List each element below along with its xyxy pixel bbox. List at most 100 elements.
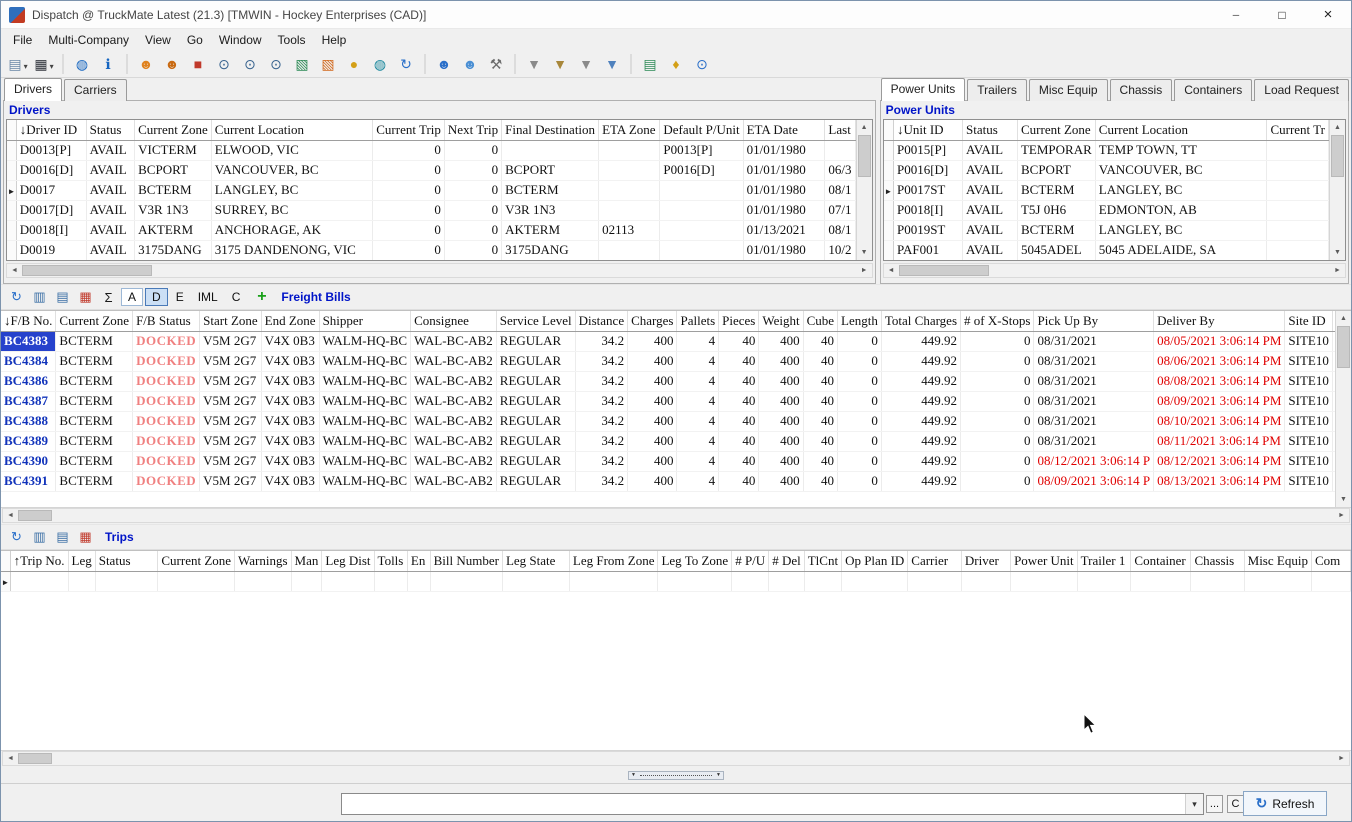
table-cell[interactable] <box>961 571 1010 591</box>
map-icon[interactable]: ▧ <box>290 53 314 75</box>
key-icon[interactable]: ♦ <box>664 53 688 75</box>
scroll-up-icon[interactable] <box>857 120 872 135</box>
column-header[interactable]: Current Location <box>1095 120 1267 140</box>
table-cell[interactable]: 400 <box>759 411 803 431</box>
column-header[interactable]: Leg <box>68 551 95 571</box>
scroll-up-icon[interactable] <box>1336 311 1351 326</box>
table-cell[interactable] <box>95 571 158 591</box>
table-cell[interactable]: BCTERM <box>56 371 133 391</box>
table-cell[interactable] <box>660 180 743 200</box>
table-cell[interactable]: V5M 2G7 <box>200 391 262 411</box>
table-cell[interactable]: 40 <box>803 471 837 491</box>
table-cell[interactable]: REGULAR <box>496 471 575 491</box>
table-cell[interactable]: BCPORT <box>135 160 212 180</box>
power-units-vertical-scrollbar[interactable] <box>1329 120 1345 260</box>
table-cell[interactable]: REGULAR <box>496 331 575 351</box>
table-cell[interactable]: 0 <box>961 411 1034 431</box>
table-cell[interactable]: 40 <box>803 371 837 391</box>
table-cell[interactable]: BC4390 <box>1 451 56 471</box>
table-cell[interactable]: WAL-BC-AB2 <box>411 431 497 451</box>
tab-power-units[interactable]: Power Units <box>881 78 966 101</box>
table-cell[interactable]: 5045 ADELAIDE, SA <box>1095 240 1267 260</box>
table-cell[interactable] <box>599 180 660 200</box>
table-cell[interactable]: WAL-BC-AB2 <box>411 411 497 431</box>
table-cell[interactable]: 4 <box>677 391 719 411</box>
column-header[interactable]: Length <box>838 311 882 331</box>
table-cell[interactable]: 0 <box>961 351 1034 371</box>
column-header[interactable]: ETA Zone <box>599 120 660 140</box>
table-cell[interactable]: WALM-HQ-BC <box>319 371 411 391</box>
table-row[interactable]: BC4384BCTERMDOCKEDV5M 2G7V4X 0B3WALM-HQ-… <box>1 351 1335 371</box>
table-cell[interactable]: 0 <box>961 471 1034 491</box>
table-cell[interactable] <box>908 571 962 591</box>
table-row[interactable]: P0015[P]AVAILTEMPORARTEMP TOWN, TT <box>884 140 1329 160</box>
table-cell[interactable]: 40 <box>803 451 837 471</box>
menu-item-file[interactable]: File <box>5 30 40 50</box>
table-cell[interactable]: 4 <box>677 331 719 351</box>
table-cell[interactable]: WAL-BC-AB2 <box>411 391 497 411</box>
table-row[interactable]: D0017AVAILBCTERMLANGLEY, BC00BCTERM01/01… <box>7 180 855 200</box>
column-header[interactable]: Cube <box>803 311 837 331</box>
status-combo[interactable] <box>341 793 1204 815</box>
table-cell[interactable]: BC4389 <box>1 431 56 451</box>
table-cell[interactable]: 0 <box>373 140 445 160</box>
table-cell[interactable]: DOCKED <box>133 391 200 411</box>
table-cell[interactable]: V4X 0B3 <box>261 431 319 451</box>
table-cell[interactable]: 449.92 <box>881 391 960 411</box>
column-header[interactable]: ↓Driver ID <box>16 120 86 140</box>
table-cell[interactable]: SITE10 <box>1285 331 1332 351</box>
scroll-track[interactable] <box>52 752 1334 765</box>
table-cell[interactable]: DOCKED <box>133 411 200 431</box>
table-cell[interactable]: ELWOOD, VIC <box>211 140 372 160</box>
table-cell[interactable]: V4X 0B3 <box>261 391 319 411</box>
table-row[interactable]: P0019STAVAILBCTERMLANGLEY, BC <box>884 220 1329 240</box>
filter-icon[interactable]: ▼ <box>522 53 546 75</box>
column-header[interactable]: Power Unit <box>1011 551 1078 571</box>
close-button[interactable] <box>1305 1 1351 28</box>
table-cell[interactable]: 449.92 <box>881 471 960 491</box>
table-cell[interactable]: AVAIL <box>962 220 1017 240</box>
table-cell[interactable] <box>502 140 599 160</box>
table-cell[interactable]: 01/01/1980 <box>743 200 825 220</box>
table-cell[interactable] <box>68 571 95 591</box>
grid-view-icon[interactable]: ▥ <box>29 527 50 547</box>
table-cell[interactable]: 0 <box>838 391 882 411</box>
column-header[interactable]: Current Location <box>211 120 372 140</box>
column-header[interactable]: Chassis <box>1191 551 1244 571</box>
mileage-icon[interactable]: ▧ <box>316 53 340 75</box>
table-cell[interactable]: 34.2 <box>575 351 627 371</box>
table-cell[interactable]: WAL-BC-AB2 <box>411 351 497 371</box>
table-cell[interactable] <box>322 571 374 591</box>
ellipsis-button[interactable]: ... <box>1206 795 1223 813</box>
table-cell[interactable]: 0 <box>961 391 1034 411</box>
filter-e-button[interactable]: E <box>170 288 190 306</box>
column-header[interactable]: Weight <box>759 311 803 331</box>
column-header[interactable]: Leg To Zone <box>658 551 732 571</box>
table-cell[interactable] <box>1267 140 1329 160</box>
table-cell[interactable]: 4 <box>677 411 719 431</box>
table-cell[interactable]: 08/31/2021 <box>1034 331 1154 351</box>
scroll-thumb[interactable] <box>22 265 152 276</box>
column-header[interactable]: Man <box>291 551 322 571</box>
table-cell[interactable]: 01/01/1980 <box>743 180 825 200</box>
table-cell[interactable]: V4X 0B3 <box>261 371 319 391</box>
table-cell[interactable]: ANCHORAGE, AK <box>211 220 372 240</box>
table-cell[interactable]: D0016[D] <box>16 160 86 180</box>
table-cell[interactable]: 08/09/2021 3:06:14 PM <box>1154 391 1285 411</box>
print-report-button[interactable]: ▤ <box>6 53 30 75</box>
scroll-up-icon[interactable] <box>1330 120 1345 135</box>
column-header[interactable]: Current Zone <box>158 551 235 571</box>
table-cell[interactable]: LANGLEY, BC <box>211 180 372 200</box>
table-cell[interactable]: 08/1 <box>825 220 855 240</box>
table-cell[interactable]: LANGLEY, BC <box>1095 180 1267 200</box>
truck-icon[interactable]: ■ <box>186 53 210 75</box>
combo-dropdown-icon[interactable] <box>1185 794 1203 814</box>
table-cell[interactable]: 40 <box>719 451 759 471</box>
table-cell[interactable]: P0016[D] <box>893 160 962 180</box>
table-cell[interactable]: 40 <box>719 331 759 351</box>
menu-item-multi-company[interactable]: Multi-Company <box>40 30 137 50</box>
column-header[interactable]: Bill Number <box>430 551 502 571</box>
table-cell[interactable]: 08/13/2021 3:06:14 PM <box>1154 471 1285 491</box>
table-cell[interactable]: 0 <box>373 160 445 180</box>
table-cell[interactable]: AVAIL <box>962 200 1017 220</box>
